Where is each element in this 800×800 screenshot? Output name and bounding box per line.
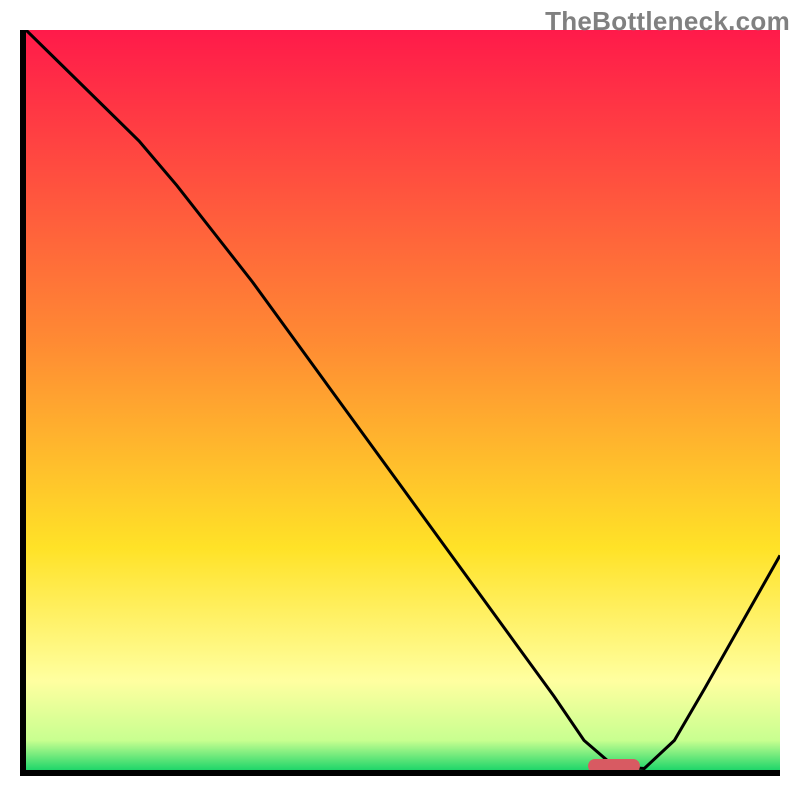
plot-area	[26, 30, 780, 770]
optimal-marker	[588, 759, 640, 770]
y-axis	[20, 30, 26, 770]
bottleneck-curve	[26, 30, 780, 770]
chart-frame: TheBottleneck.com	[0, 0, 800, 800]
x-axis	[20, 770, 780, 776]
watermark-text: TheBottleneck.com	[545, 6, 790, 37]
